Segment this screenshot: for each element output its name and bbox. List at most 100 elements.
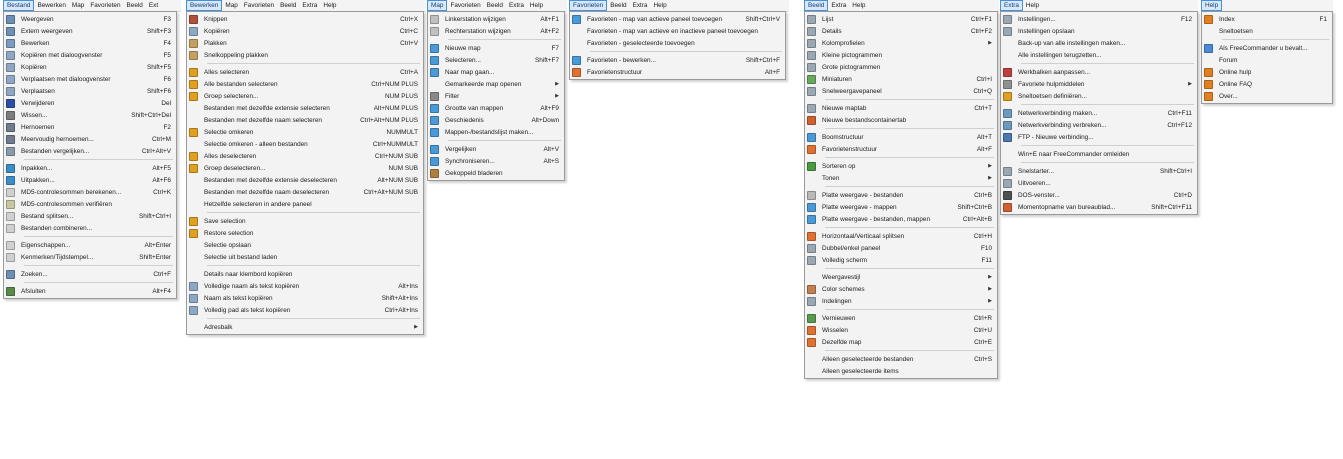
menu-item[interactable]: Lijst Ctrl+F1 — [805, 13, 997, 25]
menu-item[interactable]: Restore selection — [187, 227, 423, 239]
menu-item[interactable]: Bestanden vergelijken... Ctrl+Alt+V — [4, 145, 176, 157]
menu-item[interactable]: Verplaatsen Shift+F6 — [4, 85, 176, 97]
menu-item[interactable]: Snelweergavepaneel Ctrl+Q — [805, 85, 997, 97]
menu-item[interactable]: Synchroniseren... Alt+S — [428, 155, 564, 167]
menu-item[interactable]: Platte weergave - bestanden, mappen Ctrl+… — [805, 213, 997, 225]
menu-item[interactable]: Weergavestijl ▶ — [805, 271, 997, 283]
menu-item[interactable]: Back-up van alle instellingen maken... — [1001, 37, 1197, 49]
menu-item[interactable]: Zoeken... Ctrl+F — [4, 268, 176, 280]
menu-item[interactable]: Alle bestanden selecteren Ctrl+NUM PLUS — [187, 78, 423, 90]
menu-item[interactable]: Plakken Ctrl+V — [187, 37, 423, 49]
menu-item[interactable]: Selectie uit bestand laden — [187, 251, 423, 263]
menu-item[interactable]: Wisselen Ctrl+U — [805, 324, 997, 336]
menubar-item[interactable]: Bewerken — [34, 1, 68, 10]
menubar-item[interactable]: Extra — [630, 1, 651, 10]
menu-item[interactable]: Bestanden met dezelfde naam deselecteren… — [187, 186, 423, 198]
menu-item[interactable]: Snelstarter... Shift+Ctrl+I — [1001, 165, 1197, 177]
menu-item[interactable]: Forum — [1202, 54, 1332, 66]
menu-item[interactable]: Eigenschappen... Alt+Enter — [4, 239, 176, 251]
menu-item[interactable]: Alles selecteren Ctrl+A — [187, 66, 423, 78]
menu-item[interactable]: Dubbel/enkel paneel F10 — [805, 242, 997, 254]
menu-item[interactable]: DOS-venster... Ctrl+D — [1001, 189, 1197, 201]
menu-item[interactable]: Gekoppeld bladeren — [428, 167, 564, 179]
menubar-item[interactable]: Favorieten — [569, 0, 608, 11]
menu-item[interactable]: Kopiëren Shift+F5 — [4, 61, 176, 73]
menu-item[interactable]: Knippen Ctrl+X — [187, 13, 423, 25]
menu-item[interactable]: Selecteren... Shift+F7 — [428, 54, 564, 66]
menu-item[interactable]: Selectie opslaan — [187, 239, 423, 251]
menu-item[interactable]: Details Ctrl+F2 — [805, 25, 997, 37]
menubar-item[interactable]: Bewerken — [186, 0, 223, 11]
menu-item[interactable]: Boomstructuur Alt+T — [805, 131, 997, 143]
menu-item[interactable]: Save selection — [187, 215, 423, 227]
menu-item[interactable]: Alleen geselecteerde bestanden Ctrl+S — [805, 353, 997, 365]
menu-item[interactable]: Mappen-/bestandslijst maken... — [428, 126, 564, 138]
menu-item[interactable]: Online FAQ — [1202, 78, 1332, 90]
menubar-item[interactable]: Favorieten — [447, 1, 483, 10]
menu-item[interactable]: Platte weergave - bestanden Ctrl+B — [805, 189, 997, 201]
menu-item[interactable]: Verwijderen Del — [4, 97, 176, 109]
menubar-item[interactable]: Help — [527, 1, 546, 10]
menu-item[interactable]: Bestand splitsen... Shift+Ctrl+I — [4, 210, 176, 222]
menu-item[interactable]: Inpakken... Alt+F5 — [4, 162, 176, 174]
menu-item[interactable]: Uitpakken... Alt+F6 — [4, 174, 176, 186]
menu-item[interactable]: Nieuwe bestandscontainertab — [805, 114, 997, 126]
menu-item[interactable]: Index F1 — [1202, 13, 1332, 25]
menu-item[interactable]: Alle instellingen terugzetten... — [1001, 49, 1197, 61]
menubar-item[interactable]: Help — [1201, 0, 1223, 11]
menu-item[interactable]: Bestanden met dezelfde naam selecteren Ct… — [187, 114, 423, 126]
menu-item[interactable]: Rechterstation wijzigen Alt+F2 — [428, 25, 564, 37]
menubar-item[interactable]: Beeld — [804, 0, 829, 11]
menu-item[interactable]: Bestanden met dezelfde extensie selecter… — [187, 102, 423, 114]
menubar-item[interactable]: Extra — [1000, 0, 1023, 11]
menu-item[interactable]: Details naar klembord kopiëren — [187, 268, 423, 280]
menu-item[interactable]: Afsluiten Alt+F4 — [4, 285, 176, 297]
menu-item[interactable]: Grootte van mappen Alt+F9 — [428, 102, 564, 114]
menubar-item[interactable]: Extra — [506, 1, 527, 10]
menu-item[interactable]: Momentopname van bureaublad... Shift+Ctrl… — [1001, 201, 1197, 213]
menu-item[interactable]: MD5-controlesommen berekenen... Ctrl+K — [4, 186, 176, 198]
menu-item[interactable]: Sorteren op ▶ — [805, 160, 997, 172]
menubar-item[interactable]: Help — [650, 1, 669, 10]
menu-item[interactable]: Netwerkverbinding verbreken... Ctrl+F12 — [1001, 119, 1197, 131]
menu-item[interactable]: Adresbalk ▶ — [187, 321, 423, 333]
menu-item[interactable]: Als FreeCommander u bevalt... — [1202, 42, 1332, 54]
menu-item[interactable]: Sneltoetsen definiëren... — [1001, 90, 1197, 102]
menu-item[interactable]: Filter ▶ — [428, 90, 564, 102]
menu-item[interactable]: Volledige naam als tekst kopiëren Alt+Ins — [187, 280, 423, 292]
menu-item[interactable]: Vergelijken Alt+V — [428, 143, 564, 155]
menu-item[interactable]: Instellingen opslaan — [1001, 25, 1197, 37]
menu-item[interactable]: Online hulp — [1202, 66, 1332, 78]
menu-item[interactable]: MD5-controlesommen verifiëren — [4, 198, 176, 210]
menu-item[interactable]: Indelingen ▶ — [805, 295, 997, 307]
menubar-item[interactable]: Map — [69, 1, 87, 10]
menu-item[interactable]: Horizontaal/Verticaal splitsen Ctrl+H — [805, 230, 997, 242]
menu-item[interactable]: Gemarkeerde map openen ▶ — [428, 78, 564, 90]
menu-item[interactable]: Snelkoppeling plakken — [187, 49, 423, 61]
menu-item[interactable]: Alleen geselecteerde items — [805, 365, 997, 377]
menu-item[interactable]: Naam als tekst kopiëren Shift+Alt+Ins — [187, 292, 423, 304]
menu-item[interactable]: Kenmerken/Tijdstempel... Shift+Enter — [4, 251, 176, 263]
menu-item[interactable]: Color schemes ▶ — [805, 283, 997, 295]
menubar-item[interactable]: Help — [320, 1, 339, 10]
menubar-item[interactable]: Help — [1023, 1, 1042, 10]
menu-item[interactable]: Vernieuwen Ctrl+R — [805, 312, 997, 324]
menu-item[interactable]: Kopiëren Ctrl+C — [187, 25, 423, 37]
menu-item[interactable]: Selectie omkeren NUMMULT — [187, 126, 423, 138]
menu-item[interactable]: Favorietenstructuur Alt+F — [805, 143, 997, 155]
menu-item[interactable]: Bewerken F4 — [4, 37, 176, 49]
menu-item[interactable]: Weergeven F3 — [4, 13, 176, 25]
menu-item[interactable]: Naar map gaan... — [428, 66, 564, 78]
menu-item[interactable]: Grote pictogrammen — [805, 61, 997, 73]
menu-item[interactable]: Nieuwe maptab Ctrl+T — [805, 102, 997, 114]
menubar-item[interactable]: Beeld — [277, 1, 299, 10]
menu-item[interactable]: Favorieten - bewerken... Shift+Ctrl+F — [570, 54, 785, 66]
menubar-item[interactable]: Favorieten — [87, 1, 123, 10]
menu-item[interactable]: Bestanden met dezelfde extensie deselect… — [187, 174, 423, 186]
menubar-item[interactable]: Ext — [146, 1, 161, 10]
menubar-item[interactable]: Bestand — [3, 0, 35, 11]
menubar-item[interactable]: Beeld — [124, 1, 146, 10]
menu-item[interactable]: Selectie omkeren - alleen bestanden Ctrl+… — [187, 138, 423, 150]
menu-item[interactable]: Bestanden combineren... — [4, 222, 176, 234]
menu-item[interactable]: Uitvoeren... — [1001, 177, 1197, 189]
